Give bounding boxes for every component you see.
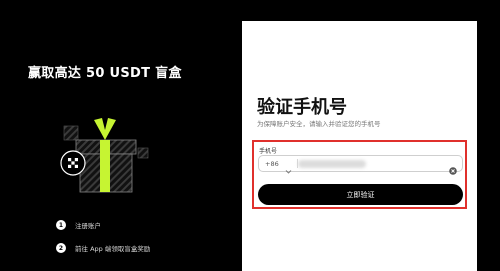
promo-title: 赢取高达 50 USDT 盲盒: [28, 66, 182, 81]
clear-icon[interactable]: [449, 160, 457, 175]
step-item: 2 前往 App 端领取盲盒奖励: [56, 242, 150, 254]
promo-panel: 赢取高达 50 USDT 盲盒 1 注册账户 2 前往 App 端领取盲盒奖励: [0, 0, 242, 271]
verify-now-button[interactable]: 立即验证: [258, 184, 463, 205]
step-text: 注册账户: [75, 222, 101, 230]
verify-phone-card: 验证手机号 为保障账户安全，请输入并验证您的手机号 手机号 +86 立即验证: [242, 21, 477, 271]
page-title: 验证手机号: [257, 97, 347, 118]
phone-field: +86: [258, 155, 463, 175]
steps-list: 1 注册账户 2 前往 App 端领取盲盒奖励: [56, 219, 150, 265]
page-subtitle: 为保障账户安全，请输入并验证您的手机号: [257, 120, 381, 128]
step-text: 前往 App 端领取盲盒奖励: [75, 245, 151, 253]
step-number-badge: 2: [56, 243, 66, 253]
step-number-badge: 1: [56, 220, 66, 230]
country-code-select[interactable]: +86: [265, 160, 279, 168]
phone-field-label: 手机号: [259, 148, 278, 155]
phone-form-highlight: 手机号 +86 立即验证: [252, 140, 467, 209]
masked-phone-number: [298, 160, 366, 168]
step-item: 1 注册账户: [56, 219, 150, 231]
okx-logo-icon: [60, 150, 86, 176]
chevron-down-icon[interactable]: [285, 160, 292, 174]
